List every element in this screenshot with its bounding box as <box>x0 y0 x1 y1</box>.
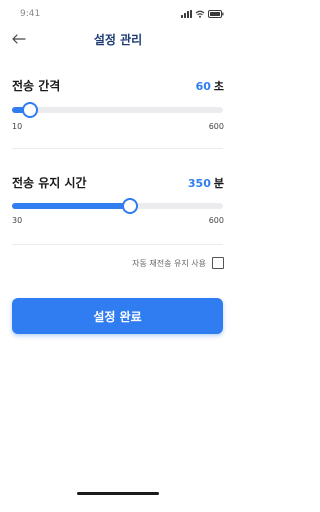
settings-screen: 9:41 설정 관리 전송 간격 60 초 10 600 전송 유지 시간 35… <box>0 0 236 512</box>
duration-value: 350 분 <box>188 175 224 191</box>
status-time: 9:41 <box>20 9 41 19</box>
duration-slider[interactable] <box>12 198 223 214</box>
page-title: 설정 관리 <box>93 33 143 47</box>
slider-thumb[interactable] <box>21 102 38 118</box>
interval-number: 60 <box>195 80 211 93</box>
duration-max-label: 600 <box>208 216 224 225</box>
duration-number: 350 <box>187 177 211 190</box>
duration-label: 전송 유지 시간 <box>12 176 87 190</box>
auto-resend-row[interactable]: 자동 재전송 유지 사용 <box>132 257 224 269</box>
auto-resend-checkbox[interactable] <box>212 257 224 269</box>
signal-icon <box>181 9 192 18</box>
battery-icon <box>208 9 224 18</box>
slider-thumb[interactable] <box>122 198 139 214</box>
interval-label: 전송 간격 <box>12 79 61 93</box>
divider <box>12 148 223 149</box>
duration-unit: 분 <box>213 177 224 190</box>
divider <box>12 244 223 245</box>
status-icons <box>181 9 224 18</box>
interval-unit: 초 <box>213 80 224 93</box>
home-indicator <box>77 492 159 495</box>
duration-min-label: 30 <box>12 216 23 225</box>
slider-fill <box>12 203 131 209</box>
interval-value: 60 초 <box>196 78 224 94</box>
header: 설정 관리 <box>0 26 236 54</box>
wifi-icon <box>195 10 205 18</box>
interval-max-label: 600 <box>208 122 224 131</box>
status-bar: 9:41 <box>0 0 236 26</box>
interval-min-label: 10 <box>12 122 23 131</box>
interval-slider[interactable] <box>12 102 223 118</box>
confirm-button[interactable]: 설정 완료 <box>12 298 223 334</box>
slider-track <box>12 107 223 113</box>
auto-resend-label: 자동 재전송 유지 사용 <box>132 258 206 268</box>
